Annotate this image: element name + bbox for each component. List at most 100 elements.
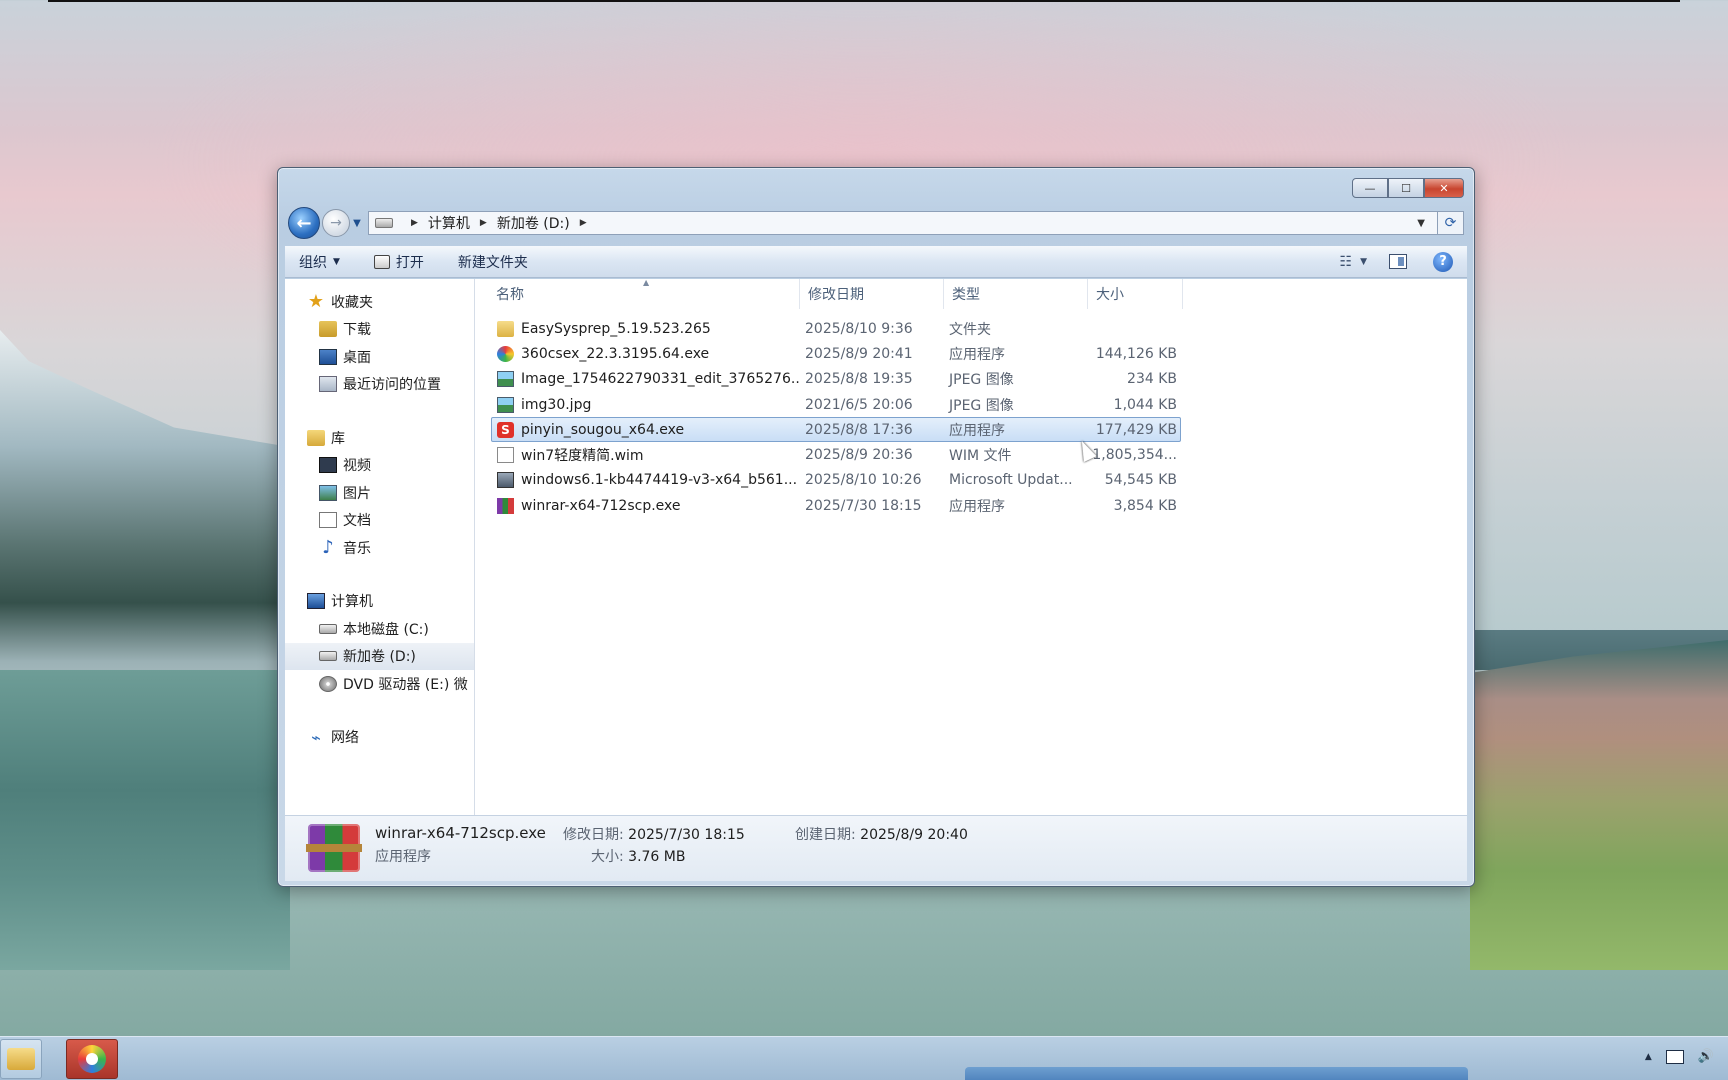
help-icon[interactable]: ? (1433, 251, 1453, 272)
file-type: 文件夹 (949, 321, 991, 338)
360-browser-icon (497, 345, 514, 362)
taskbar-active-window-strip[interactable] (965, 1067, 1468, 1080)
taskbar-explorer-button[interactable] (0, 1039, 42, 1079)
nav-group-computer: 计算机 本地磁盘 (C:) 新加卷 (D:) DVD 驱动器 (E:) 微 (285, 588, 474, 698)
nav-item-drive-d[interactable]: 新加卷 (D:) (285, 642, 474, 670)
window-controls: — ☐ ✕ (1352, 178, 1464, 198)
nav-item-music[interactable]: ♪ 音乐 (285, 534, 474, 562)
nav-network[interactable]: ⌁ 网络 (285, 724, 474, 752)
volume-icon[interactable]: 🔊 (1698, 1049, 1714, 1064)
organize-button[interactable]: 组织 ▼ (299, 252, 340, 272)
file-row[interactable]: 360csex_22.3.3195.64.exe 2025/8/9 20:41 … (491, 341, 1181, 366)
file-name: Image_1754622790331_edit_3765276... (521, 371, 801, 388)
column-header-label: 大小 (1096, 287, 1124, 303)
maximize-button[interactable]: ☐ (1388, 178, 1424, 198)
desktop-icon (319, 348, 337, 365)
file-date: 2025/8/8 17:36 (805, 421, 913, 438)
nav-item-label: 音乐 (343, 540, 371, 557)
breadcrumb-separator[interactable]: ▶ (480, 218, 487, 228)
show-hidden-icons-chevron-up-icon[interactable]: ▲ (1645, 1052, 1652, 1062)
file-date: 2025/8/10 10:26 (805, 472, 922, 489)
address-bar[interactable]: ▶ 计算机 ▶ 新加卷 (D:) ▶ ▼ (368, 211, 1438, 235)
file-row[interactable]: img30.jpg 2021/6/5 20:06 JPEG 图像 1,044 K… (491, 392, 1181, 417)
breadcrumb-separator[interactable]: ▶ (411, 218, 418, 228)
video-library-icon (319, 457, 337, 474)
close-button[interactable]: ✕ (1424, 178, 1464, 198)
sort-ascending-icon: ▲ (643, 278, 650, 287)
new-folder-button[interactable]: 新建文件夹 (458, 252, 528, 272)
computer-icon (307, 593, 325, 610)
file-row-selected[interactable]: Spinyin_sougou_x64.exe 2025/8/8 17:36 应用… (491, 417, 1181, 443)
organize-label: 组织 (299, 254, 327, 271)
nav-item-desktop[interactable]: 桌面 (285, 343, 474, 371)
details-modified-value: 2025/7/30 18:15 (628, 827, 745, 843)
nav-group-favorites: ★ 收藏夹 下载 桌面 最近访问的位置 (285, 288, 474, 398)
breadcrumb-computer[interactable]: 计算机 (428, 213, 470, 233)
file-name: pinyin_sougou_x64.exe (521, 421, 685, 438)
nav-item-pictures[interactable]: 图片 (285, 479, 474, 507)
file-row[interactable]: EasySysprep_5.19.523.265 2025/8/10 9:36 … (491, 316, 1181, 341)
file-date: 2025/7/30 18:15 (805, 497, 922, 514)
column-header-name[interactable]: ▲ 名称 (475, 278, 800, 309)
taskbar-browser-button[interactable] (66, 1039, 118, 1079)
nav-favorites-label: 收藏夹 (331, 294, 373, 311)
file-name: 360csex_22.3.3195.64.exe (521, 345, 710, 362)
documents-library-icon (319, 512, 337, 529)
nav-favorites[interactable]: ★ 收藏夹 (285, 288, 474, 316)
details-size: 大小: 3.76 MB (591, 846, 685, 866)
wallpaper-mountain (0, 330, 290, 720)
file-size: 234 KB (1127, 371, 1177, 388)
change-view-icon[interactable]: ☷ (1340, 254, 1353, 270)
file-size: 3,854 KB (1113, 497, 1177, 514)
file-type: JPEG 图像 (949, 372, 1014, 389)
network-status-icon[interactable] (1665, 1049, 1684, 1064)
file-row[interactable]: winrar-x64-712scp.exe 2025/7/30 18:15 应用… (491, 493, 1181, 518)
explorer-window: — ☐ ✕ ← → ▼ ▶ 计算机 ▶ 新加卷 (D:) ▶ ▼ ⟳ 组织 ▼ … (277, 167, 1475, 887)
screen-top-edge (48, 0, 1680, 2)
wallpaper-lake (0, 670, 290, 970)
column-header-date[interactable]: 修改日期 (800, 279, 944, 309)
recent-pages-dropdown[interactable]: ▼ (350, 218, 364, 229)
nav-item-label: 下载 (343, 322, 371, 339)
column-header-label: 名称 (496, 287, 524, 303)
details-size-value: 3.76 MB (628, 849, 686, 865)
file-row[interactable]: Image_1754622790331_edit_3765276... 2025… (491, 367, 1181, 392)
nav-item-label: 最近访问的位置 (343, 377, 441, 394)
address-history-dropdown[interactable]: ▼ (1417, 218, 1425, 229)
open-button[interactable]: 打开 (373, 252, 424, 272)
preview-pane-icon[interactable] (1389, 254, 1407, 269)
breadcrumb-separator[interactable]: ▶ (580, 218, 587, 228)
minimize-button[interactable]: — (1352, 178, 1388, 198)
view-options-chevron-down-icon[interactable]: ▼ (1360, 257, 1367, 267)
new-folder-label: 新建文件夹 (457, 254, 528, 271)
update-package-icon (497, 472, 514, 489)
column-header-size[interactable]: 大小 (1088, 279, 1183, 309)
nav-item-recent-places[interactable]: 最近访问的位置 (285, 371, 474, 399)
nav-item-dvd-drive[interactable]: DVD 驱动器 (E:) 微 (285, 670, 474, 698)
360-browser-icon (78, 1045, 106, 1073)
recent-places-icon (319, 376, 337, 393)
details-size-label: 大小: (591, 849, 624, 865)
column-header-type[interactable]: 类型 (944, 279, 1088, 309)
file-row[interactable]: windows6.1-kb4474419-v3-x64_b561... 2025… (491, 468, 1181, 493)
details-file-kind: 应用程序 (375, 849, 431, 865)
nav-item-documents[interactable]: 文档 (285, 507, 474, 535)
back-button[interactable]: ← (288, 207, 320, 239)
nav-item-downloads[interactable]: 下载 (285, 316, 474, 344)
forward-button[interactable]: → (322, 209, 350, 237)
nav-libraries[interactable]: 库 (285, 424, 474, 452)
folder-icon (497, 320, 514, 337)
sogou-icon: S (497, 421, 514, 438)
nav-computer[interactable]: 计算机 (285, 588, 474, 616)
file-date: 2021/6/5 20:06 (805, 396, 913, 413)
file-name: win7轻度精简.wim (521, 448, 644, 465)
library-icon (307, 429, 325, 446)
blank-file-icon (497, 447, 514, 464)
refresh-button[interactable]: ⟳ (1438, 211, 1464, 235)
nav-item-drive-c[interactable]: 本地磁盘 (C:) (285, 615, 474, 643)
details-created-value: 2025/8/9 20:40 (860, 827, 968, 843)
system-tray: ▲ 🔊 (1645, 1049, 1714, 1064)
nav-item-videos[interactable]: 视频 (285, 452, 474, 480)
pictures-library-icon (319, 484, 337, 501)
breadcrumb-drive-d[interactable]: 新加卷 (D:) (497, 213, 570, 233)
